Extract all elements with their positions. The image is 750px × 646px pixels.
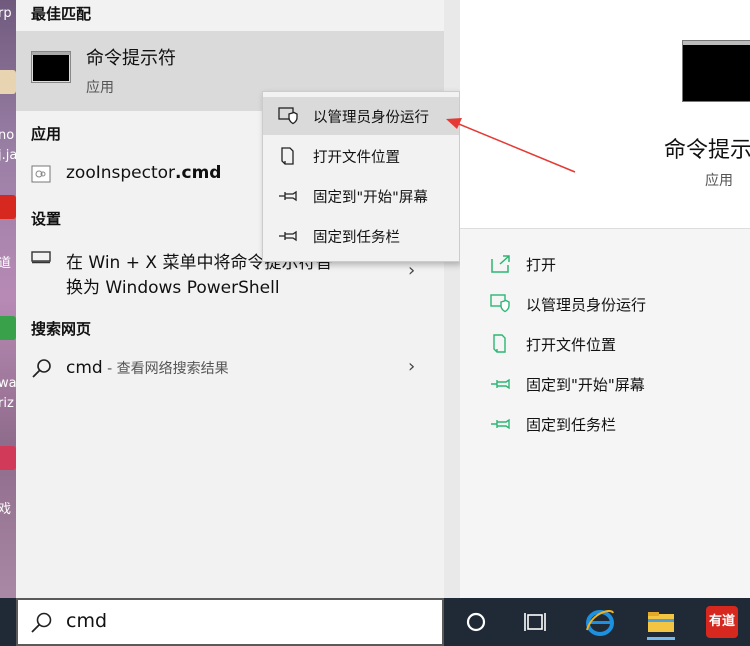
wechat-icon (0, 316, 16, 340)
desktop-text: wa (0, 376, 16, 391)
java-icon (0, 70, 16, 94)
pin-icon (279, 190, 297, 202)
open-icon (491, 255, 510, 273)
action-run-as-admin[interactable]: 以管理员身份运行 (490, 292, 740, 316)
section-settings: 设置 (31, 210, 62, 228)
action-pin-start[interactable]: 固定到"开始"屏幕 (490, 372, 740, 396)
best-match-subtitle: 应用 (86, 80, 114, 96)
shield-window-icon (278, 107, 298, 125)
game-icon (0, 446, 16, 470)
action-label: 固定到"开始"屏幕 (526, 376, 645, 394)
app-result-label: zooInspector.cmd (66, 163, 222, 183)
context-item-label: 固定到"开始"屏幕 (313, 190, 428, 206)
action-open-location[interactable]: 打开文件位置 (490, 332, 740, 356)
section-apps: 应用 (31, 125, 62, 143)
pane-divider (444, 0, 460, 598)
action-label: 打开 (526, 256, 557, 274)
file-explorer-icon[interactable] (643, 604, 679, 640)
detail-divider (460, 228, 750, 229)
chevron-right-icon[interactable]: › (408, 356, 415, 377)
context-item-label: 打开文件位置 (313, 150, 400, 166)
action-label: 以管理员身份运行 (526, 296, 647, 314)
context-item-label: 固定到任务栏 (313, 230, 400, 246)
context-item-pin-start[interactable]: 固定到"开始"屏幕 (263, 177, 459, 215)
context-item-pin-taskbar[interactable]: 固定到任务栏 (263, 217, 459, 255)
context-item-open-location[interactable]: 打开文件位置 (263, 137, 459, 175)
context-item-run-as-admin[interactable]: 以管理员身份运行 (263, 97, 459, 135)
pin-icon (279, 230, 297, 242)
desktop-text: 道 (0, 256, 12, 271)
desktop-strip: rp no j.ja 道 wa riz 戏 (0, 0, 16, 598)
context-item-label: 以管理员身份运行 (313, 110, 429, 126)
action-open[interactable]: 打开 (490, 252, 740, 276)
file-location-icon (281, 147, 294, 165)
detail-title: 命令提示符 (664, 138, 750, 163)
desktop-text: riz (0, 396, 14, 411)
search-input[interactable]: cmd (16, 598, 444, 646)
detail-subtitle: 应用 (705, 173, 733, 189)
pin-icon (491, 378, 510, 390)
search-value: cmd (66, 610, 108, 632)
command-prompt-large-icon (682, 40, 750, 102)
best-match-title: 命令提示符 (86, 48, 176, 69)
pin-icon (491, 418, 510, 430)
chevron-right-icon[interactable]: › (408, 260, 415, 281)
command-prompt-icon (31, 51, 71, 83)
annotation-arrow (446, 118, 576, 173)
context-menu: 以管理员身份运行 打开文件位置 固定到"开始"屏幕 固定到任务栏 (262, 91, 460, 262)
cmd-file-icon (31, 165, 51, 183)
settings-display-icon (31, 251, 51, 264)
desktop-text: 戏 (0, 502, 12, 517)
search-icon (32, 359, 51, 378)
settings-result-line2: 换为 Windows PowerShell (66, 278, 280, 298)
search-icon (31, 612, 52, 633)
desktop-text: no (0, 128, 15, 143)
cortana-icon[interactable] (458, 604, 494, 640)
section-best-match: 最佳匹配 (31, 5, 92, 23)
desktop-text: j.ja (0, 148, 16, 163)
youdao-icon (0, 195, 16, 219)
action-label: 打开文件位置 (526, 336, 617, 354)
web-result-label: cmd - 查看网络搜索结果 (66, 358, 229, 378)
action-label: 固定到任务栏 (526, 416, 617, 434)
section-web: 搜索网页 (31, 320, 92, 338)
shield-window-icon (490, 294, 510, 313)
internet-explorer-icon[interactable] (582, 604, 618, 640)
action-pin-taskbar[interactable]: 固定到任务栏 (490, 412, 740, 436)
task-view-icon[interactable] (518, 604, 554, 640)
youdao-taskbar-icon[interactable]: 有道 (706, 606, 738, 638)
desktop-text: rp (0, 6, 12, 21)
file-location-icon (493, 334, 506, 353)
